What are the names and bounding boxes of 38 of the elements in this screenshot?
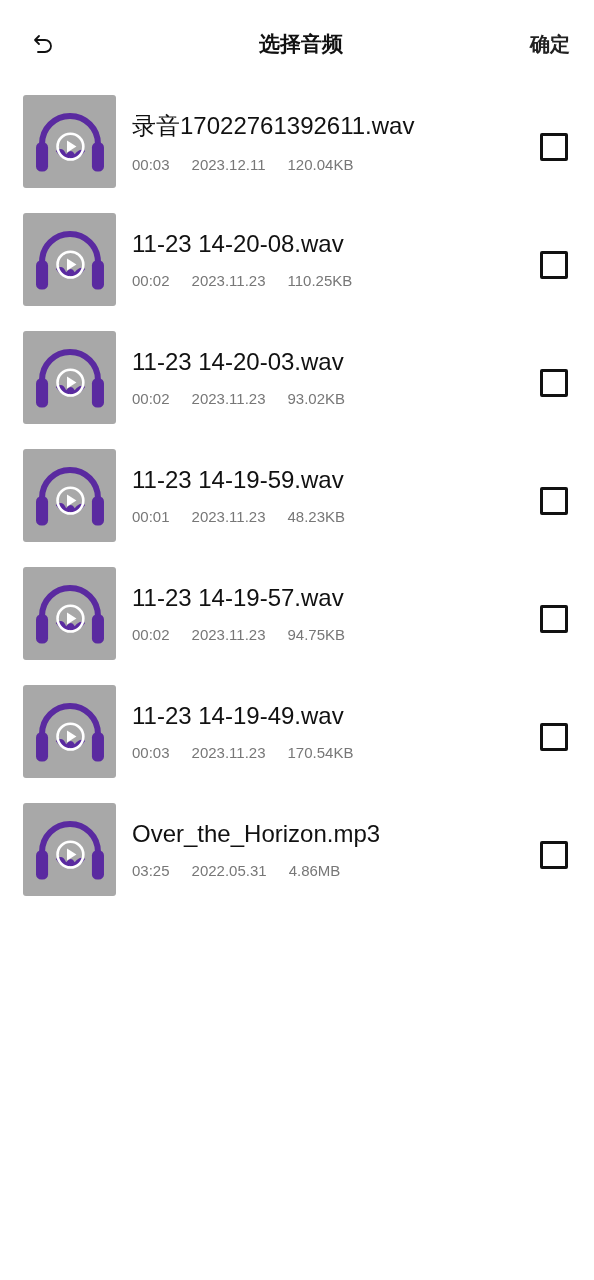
duration: 00:03	[132, 155, 170, 173]
file-date: 2023.11.23	[191, 271, 266, 289]
file-date: 2023.11.23	[191, 507, 266, 525]
file-size: 48.23KB	[287, 507, 346, 525]
checkbox[interactable]	[540, 133, 568, 161]
back-icon[interactable]	[31, 32, 55, 56]
duration: 00:01	[132, 507, 170, 525]
file-name: 11-23 14-19-49.wav	[132, 701, 345, 730]
checkbox[interactable]	[540, 487, 568, 515]
file-name: Over_the_Horizon.mp3	[132, 819, 382, 848]
duration: 00:02	[132, 389, 170, 407]
duration: 00:02	[132, 271, 170, 289]
file-date: 2023.12.11	[191, 155, 266, 173]
file-size: 170.54KB	[287, 743, 354, 761]
file-name: 录音17022761392611.wav	[132, 110, 416, 141]
file-name: 11-23 14-19-59.wav	[132, 465, 345, 494]
duration: 00:03	[132, 743, 170, 761]
file-date: 2023.11.23	[191, 389, 266, 407]
duration: 03:25	[132, 861, 170, 879]
duration: 00:02	[132, 625, 170, 643]
file-name: 11-23 14-19-57.wav	[132, 583, 345, 612]
checkbox[interactable]	[540, 723, 568, 751]
checkbox[interactable]	[540, 605, 568, 633]
checkbox[interactable]	[540, 251, 568, 279]
page-title: 选择音频	[258, 31, 343, 58]
file-size: 94.75KB	[287, 625, 346, 643]
file-size: 110.25KB	[287, 271, 353, 289]
file-name: 11-23 14-20-03.wav	[132, 347, 345, 376]
checkbox[interactable]	[540, 841, 568, 869]
file-size: 4.86MB	[288, 861, 341, 879]
checkbox[interactable]	[540, 369, 568, 397]
file-date: 2023.11.23	[191, 625, 266, 643]
file-date: 2022.05.31	[191, 861, 267, 879]
confirm-button[interactable]: 确定	[530, 26, 570, 62]
file-date: 2023.11.23	[191, 743, 266, 761]
file-size: 93.02KB	[287, 389, 346, 407]
file-size: 120.04KB	[287, 155, 354, 173]
file-name: 11-23 14-20-08.wav	[132, 229, 345, 258]
